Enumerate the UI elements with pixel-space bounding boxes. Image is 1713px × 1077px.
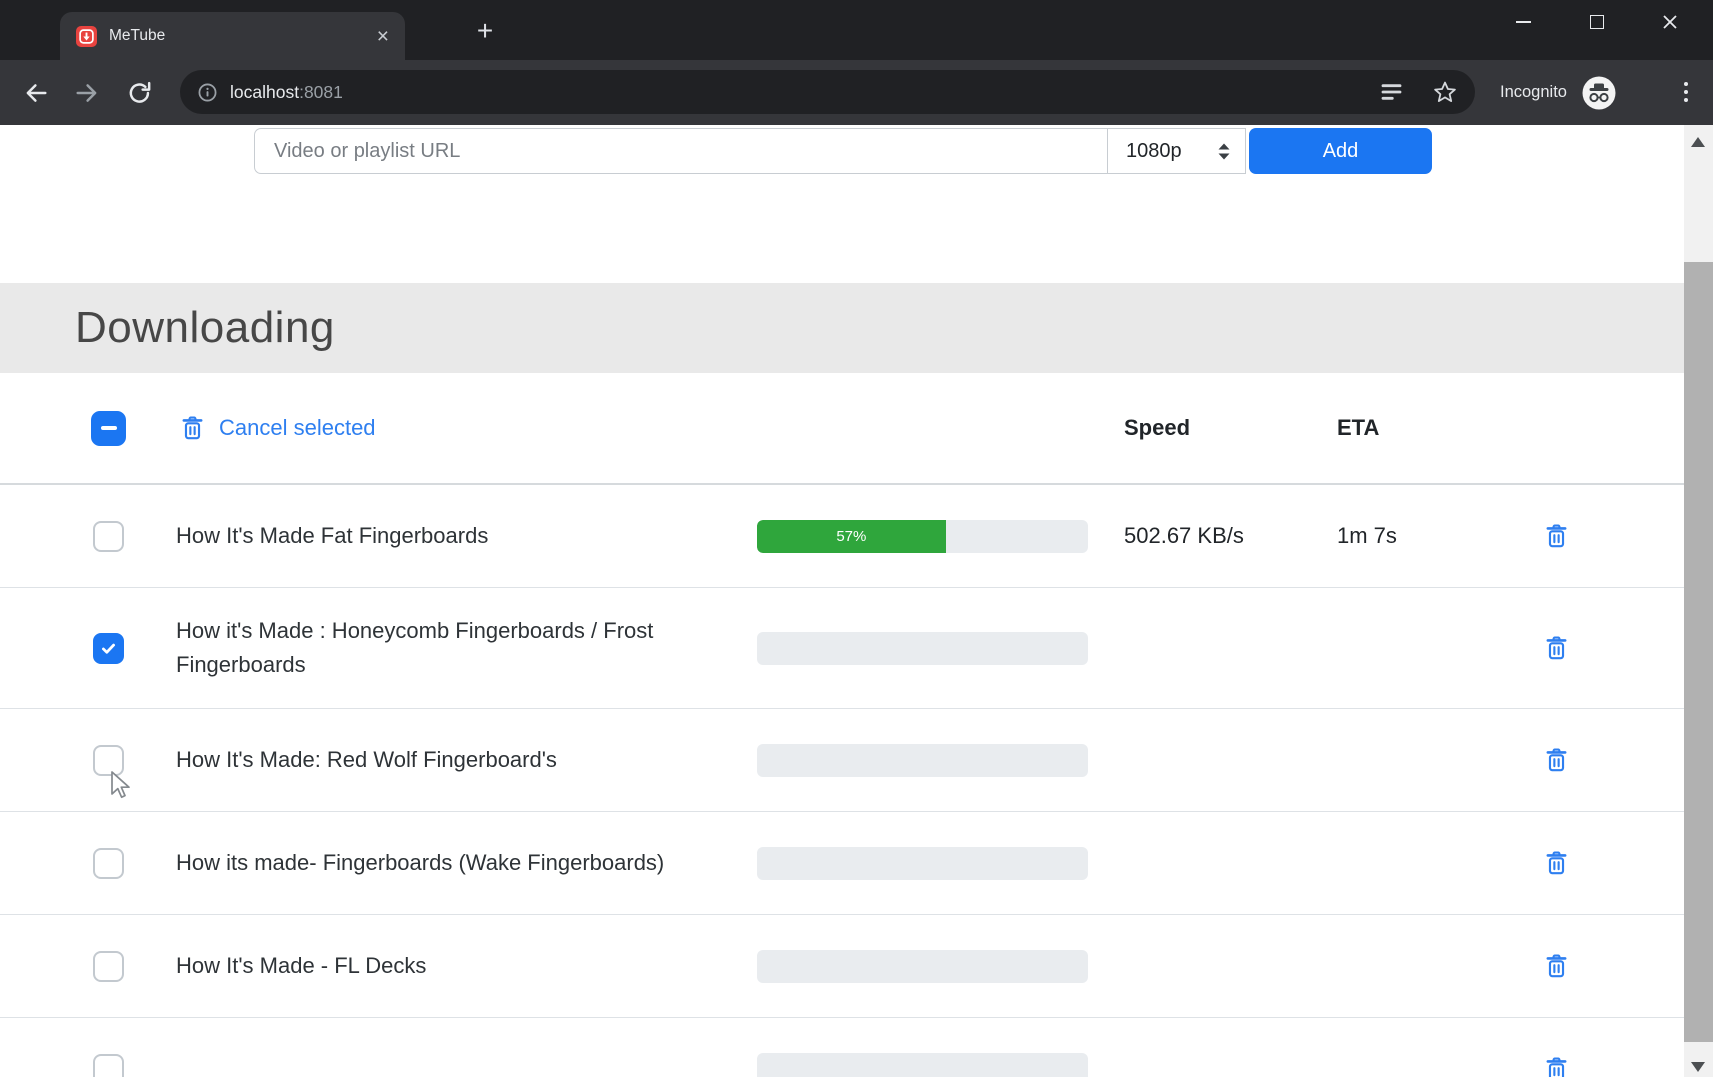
download-row: How It's Made Fat Fingerboards 57% 502.6… <box>0 485 1684 588</box>
trash-icon <box>1543 635 1570 662</box>
scroll-down-icon[interactable] <box>1691 1062 1705 1072</box>
progress-bar <box>757 632 1088 665</box>
progress-bar <box>757 950 1088 983</box>
downloading-section-header: Downloading <box>0 283 1684 373</box>
delete-download-button[interactable] <box>1542 952 1570 980</box>
downloads-list: Cancel selected Speed ETA How It's Made … <box>0 373 1684 1077</box>
address-bar[interactable]: localhost:8081 <box>180 70 1475 114</box>
video-url-input[interactable]: Video or playlist URL <box>254 128 1107 174</box>
download-row: How It's Made: Red Wolf Fingerboard's <box>0 709 1684 812</box>
back-icon[interactable] <box>22 79 50 107</box>
tab-strip: MeTube × + <box>0 0 1713 60</box>
row-checkbox[interactable] <box>93 745 124 776</box>
trash-icon <box>1543 523 1570 550</box>
progress-bar <box>757 847 1088 880</box>
row-checkbox[interactable] <box>93 521 124 552</box>
select-all-checkbox[interactable] <box>91 411 126 446</box>
scrollbar-thumb[interactable] <box>1684 262 1713 1042</box>
download-title: How It's Made: Red Wolf Fingerboard's <box>176 743 698 777</box>
incognito-label: Incognito <box>1500 83 1567 102</box>
scroll-up-icon[interactable] <box>1691 137 1705 147</box>
bookmark-star-icon[interactable] <box>1433 80 1457 104</box>
quality-value: 1080p <box>1126 140 1182 163</box>
browser-toolbar: localhost:8081 Incognito <box>0 60 1713 125</box>
progress-bar: 57% <box>757 520 1088 553</box>
browser-menu-icon[interactable] <box>1666 72 1706 112</box>
window-controls <box>1487 0 1706 44</box>
url-text[interactable]: localhost:8081 <box>230 82 343 103</box>
delete-download-button[interactable] <box>1542 849 1570 877</box>
check-icon <box>100 640 117 657</box>
url-host: localhost <box>230 82 299 102</box>
delete-download-button[interactable] <box>1542 746 1570 774</box>
download-title: How its made- Fingerboards (Wake Fingerb… <box>176 846 698 880</box>
tab-title: MeTube <box>109 27 165 45</box>
trash-icon <box>1543 747 1570 774</box>
download-row: How It's Made - FL Decks <box>0 915 1684 1018</box>
row-checkbox[interactable] <box>93 951 124 982</box>
tab-close-icon[interactable]: × <box>377 26 389 47</box>
row-checkbox[interactable] <box>93 848 124 879</box>
progress-bar <box>757 744 1088 777</box>
download-speed: 502.67 KB/s <box>1124 523 1337 549</box>
download-eta: 1m 7s <box>1337 523 1542 549</box>
download-title: How It's Made - FL Decks <box>176 949 698 983</box>
progress-percent-label: 57% <box>836 528 866 545</box>
forward-icon[interactable] <box>73 79 101 107</box>
download-row: How its made- Fingerboards (Wake Fingerb… <box>0 812 1684 915</box>
progress-bar-fill: 57% <box>757 520 946 553</box>
cancel-selected-button[interactable]: Cancel selected <box>179 415 757 442</box>
cancel-selected-label: Cancel selected <box>219 415 376 441</box>
delete-download-button[interactable] <box>1542 634 1570 662</box>
incognito-avatar-icon[interactable] <box>1581 75 1617 111</box>
download-row: How it's Made : Honeycomb Fingerboards /… <box>0 588 1684 709</box>
download-title: How it's Made : Honeycomb Fingerboards /… <box>176 614 698 682</box>
progress-bar <box>757 1053 1088 1077</box>
add-button[interactable]: Add <box>1249 128 1432 174</box>
new-tab-button[interactable]: + <box>468 14 502 48</box>
download-title: How It's Made Fat Fingerboards <box>176 519 698 553</box>
section-title: Downloading <box>75 303 335 353</box>
list-header-row: Cancel selected Speed ETA <box>0 373 1684 485</box>
quality-select[interactable]: 1080p <box>1107 128 1246 174</box>
select-spinner-icon <box>1217 142 1231 161</box>
maximize-button[interactable] <box>1560 0 1633 44</box>
trash-icon <box>179 415 206 442</box>
browser-window: MeTube × + localh <box>0 0 1713 1077</box>
download-row <box>0 1018 1684 1077</box>
row-checkbox[interactable] <box>93 1054 124 1077</box>
metube-page: Video or playlist URL 1080p Add Download… <box>0 125 1684 1077</box>
delete-download-button[interactable] <box>1542 1055 1570 1077</box>
site-info-icon[interactable] <box>198 83 217 102</box>
metube-favicon-icon <box>76 26 97 47</box>
close-button[interactable] <box>1633 0 1706 44</box>
indeterminate-minus-icon <box>101 426 117 430</box>
row-checkbox[interactable] <box>93 633 124 664</box>
page-scrollbar[interactable] <box>1684 125 1713 1077</box>
eta-column-header: ETA <box>1337 415 1542 441</box>
reading-list-icon[interactable] <box>1380 81 1403 103</box>
minimize-button[interactable] <box>1487 0 1560 44</box>
url-port: :8081 <box>299 82 343 102</box>
trash-icon <box>1543 850 1570 877</box>
trash-icon <box>1543 953 1570 980</box>
trash-icon <box>1543 1056 1570 1077</box>
speed-column-header: Speed <box>1124 415 1337 441</box>
tab-metube[interactable]: MeTube × <box>60 12 405 60</box>
delete-download-button[interactable] <box>1542 522 1570 550</box>
reload-icon[interactable] <box>126 79 153 106</box>
